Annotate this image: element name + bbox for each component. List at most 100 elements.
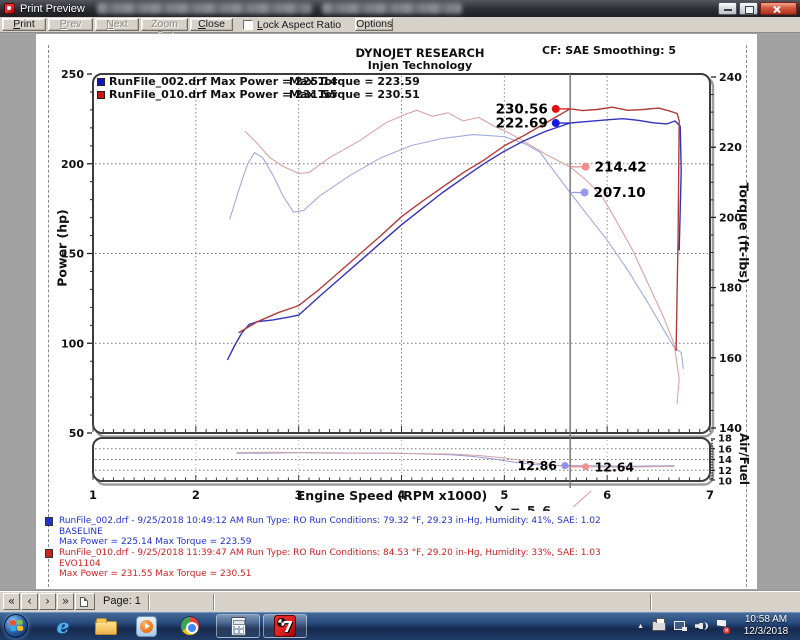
- x-tick-label: 5: [500, 488, 508, 502]
- power-chart-frame: [93, 74, 710, 433]
- lock-aspect-ratio-label: Lock Aspect Ratio: [257, 19, 341, 31]
- cursor-value-label: 222.69: [496, 116, 548, 132]
- statusbar-divider: [650, 594, 652, 610]
- cursor-pointer-line: [573, 491, 591, 507]
- taskbar-clock[interactable]: 10:58 AM 12/3/2018: [734, 614, 798, 638]
- first-page-button[interactable]: «: [3, 593, 20, 610]
- taskbar-chrome-icon[interactable]: [177, 615, 203, 637]
- system-tray: ▲: [637, 612, 728, 640]
- run-info-line: Max Power = 225.14 Max Torque = 223.59: [59, 537, 735, 548]
- af-tick-label: 12: [718, 466, 732, 477]
- winpep7-icon: 7: [274, 615, 296, 637]
- run-info-line: RunFile_002.drf - 9/25/2018 10:49:12 AM …: [59, 516, 735, 527]
- network-icon[interactable]: [674, 621, 687, 631]
- tick-label: 220: [719, 141, 742, 154]
- legend-max-torque: Max Torque = 230.51: [289, 88, 420, 101]
- run-info-evo: RunFile_010.drf - 9/25/2018 11:39:47 AM …: [45, 548, 735, 580]
- cursor-value-label: 207.10: [594, 185, 646, 201]
- last-page-button[interactable]: »: [57, 593, 74, 610]
- cursor-value-label: 214.42: [595, 159, 647, 175]
- options-button[interactable]: Options: [355, 18, 393, 31]
- run-info-line: Max Power = 231.55 Max Torque = 230.51: [59, 569, 735, 580]
- taskbar-winpep-button[interactable]: 7: [263, 614, 307, 638]
- rpm-axis-label: Engine Speed (RPM x1000): [297, 488, 487, 503]
- x-tick-label: 1: [89, 488, 97, 502]
- close-preview-button[interactable]: Close: [190, 18, 233, 31]
- redacted-title-text: [97, 3, 312, 14]
- page-layout-button[interactable]: [75, 593, 95, 610]
- action-center-icon[interactable]: [716, 620, 728, 633]
- page-icon: [80, 597, 88, 607]
- restore-button[interactable]: [739, 2, 758, 15]
- window-title: Print Preview: [20, 3, 85, 15]
- close-window-button[interactable]: [760, 2, 797, 15]
- zoom-out-button[interactable]: Zoom Out: [141, 18, 188, 31]
- toolbar: Print Prev Next Zoom Out Close Lock Aspe…: [0, 17, 800, 33]
- screen: Print Preview Print Prev Next Zoom Out C…: [0, 0, 800, 640]
- prev-button[interactable]: Prev: [48, 18, 93, 31]
- redacted-title-text-2: [322, 3, 462, 14]
- x-tick-label: 2: [192, 488, 200, 502]
- tick-label: 100: [61, 337, 84, 350]
- legend-row-evo: RunFile_010.drf Max Power = 231.55 Max T…: [97, 88, 338, 101]
- taskbar-explorer-icon[interactable]: [93, 615, 119, 637]
- statusbar-divider: [213, 594, 215, 610]
- ie-icon: e: [57, 614, 70, 638]
- tick-label: 160: [719, 352, 742, 365]
- taskbar-wmp-icon[interactable]: [133, 615, 159, 637]
- print-button[interactable]: Print: [2, 18, 46, 31]
- tick-label: 200: [61, 158, 84, 171]
- lock-aspect-ratio-checkbox[interactable]: [243, 20, 253, 30]
- run-info-baseline: RunFile_002.drf - 9/25/2018 10:49:12 AM …: [45, 516, 735, 548]
- printer-icon[interactable]: [652, 621, 666, 631]
- x-tick-label: 7: [706, 488, 714, 502]
- x-tick-label: 6: [603, 488, 611, 502]
- titlebar: Print Preview: [0, 0, 800, 17]
- media-player-icon: [136, 616, 157, 637]
- taskbar-ie-icon[interactable]: e: [50, 615, 76, 637]
- airfuel-axis-label: Air/Fuel: [737, 433, 751, 485]
- legend-file-name: RunFile_002.drf: [109, 75, 206, 88]
- torque-axis-label: Torque (ft-lbs): [737, 183, 752, 284]
- cursor-value-label: 12.64: [595, 459, 635, 474]
- tick-label: 180: [719, 282, 742, 295]
- volume-icon[interactable]: [695, 620, 708, 632]
- show-hidden-icons-button[interactable]: ▲: [637, 623, 644, 630]
- tick-label: 240: [719, 71, 742, 84]
- statusbar-divider: [148, 594, 150, 610]
- page-number-label: Page: 1: [103, 595, 141, 607]
- report-page: CF: SAE Smoothing: 5 DYNOJET RESEARCH In…: [36, 34, 757, 589]
- cursor-dot: [552, 119, 560, 127]
- next-page-button[interactable]: ›: [39, 593, 56, 610]
- run-info-line: RunFile_010.drf - 9/25/2018 11:39:47 AM …: [59, 548, 735, 559]
- cursor-dot: [582, 463, 589, 470]
- taskbar-calculator-button[interactable]: [216, 614, 260, 638]
- prev-page-button[interactable]: ‹: [21, 593, 38, 610]
- calculator-icon: [231, 617, 246, 636]
- cursor-dot: [552, 105, 560, 113]
- folder-icon: [95, 621, 117, 635]
- power-axis-label: Power (hp): [55, 209, 70, 287]
- next-button[interactable]: Next: [95, 18, 139, 31]
- caption-buttons: [718, 2, 797, 15]
- run-info-line: BASELINE: [59, 527, 735, 538]
- legend-max-torque: Max Torque = 223.59: [289, 75, 420, 88]
- tick-label: 250: [61, 68, 84, 81]
- af-tick-label: 18: [718, 434, 732, 445]
- run-swatch-blue: [45, 517, 53, 526]
- winpep-app-icon: [4, 3, 15, 14]
- minimize-button[interactable]: [718, 2, 737, 15]
- legend-file-name: RunFile_010.drf: [109, 88, 206, 101]
- af-tick-label: 16: [718, 444, 732, 455]
- start-button[interactable]: [4, 614, 28, 638]
- clock-date: 12/3/2018: [734, 626, 798, 638]
- chart-legend: RunFile_002.drf Max Power = 225.14 Max T…: [97, 75, 338, 100]
- dyno-chart: 2502001501005024022020018016014018161412…: [36, 34, 757, 589]
- cursor-dot: [582, 163, 590, 171]
- legend-swatch-red: [97, 91, 105, 99]
- af-tick-label: 14: [718, 455, 732, 466]
- chrome-icon: [180, 616, 200, 636]
- legend-row-baseline: RunFile_002.drf Max Power = 225.14 Max T…: [97, 75, 338, 88]
- legend-swatch-blue: [97, 78, 105, 86]
- run-swatch-red: [45, 549, 53, 558]
